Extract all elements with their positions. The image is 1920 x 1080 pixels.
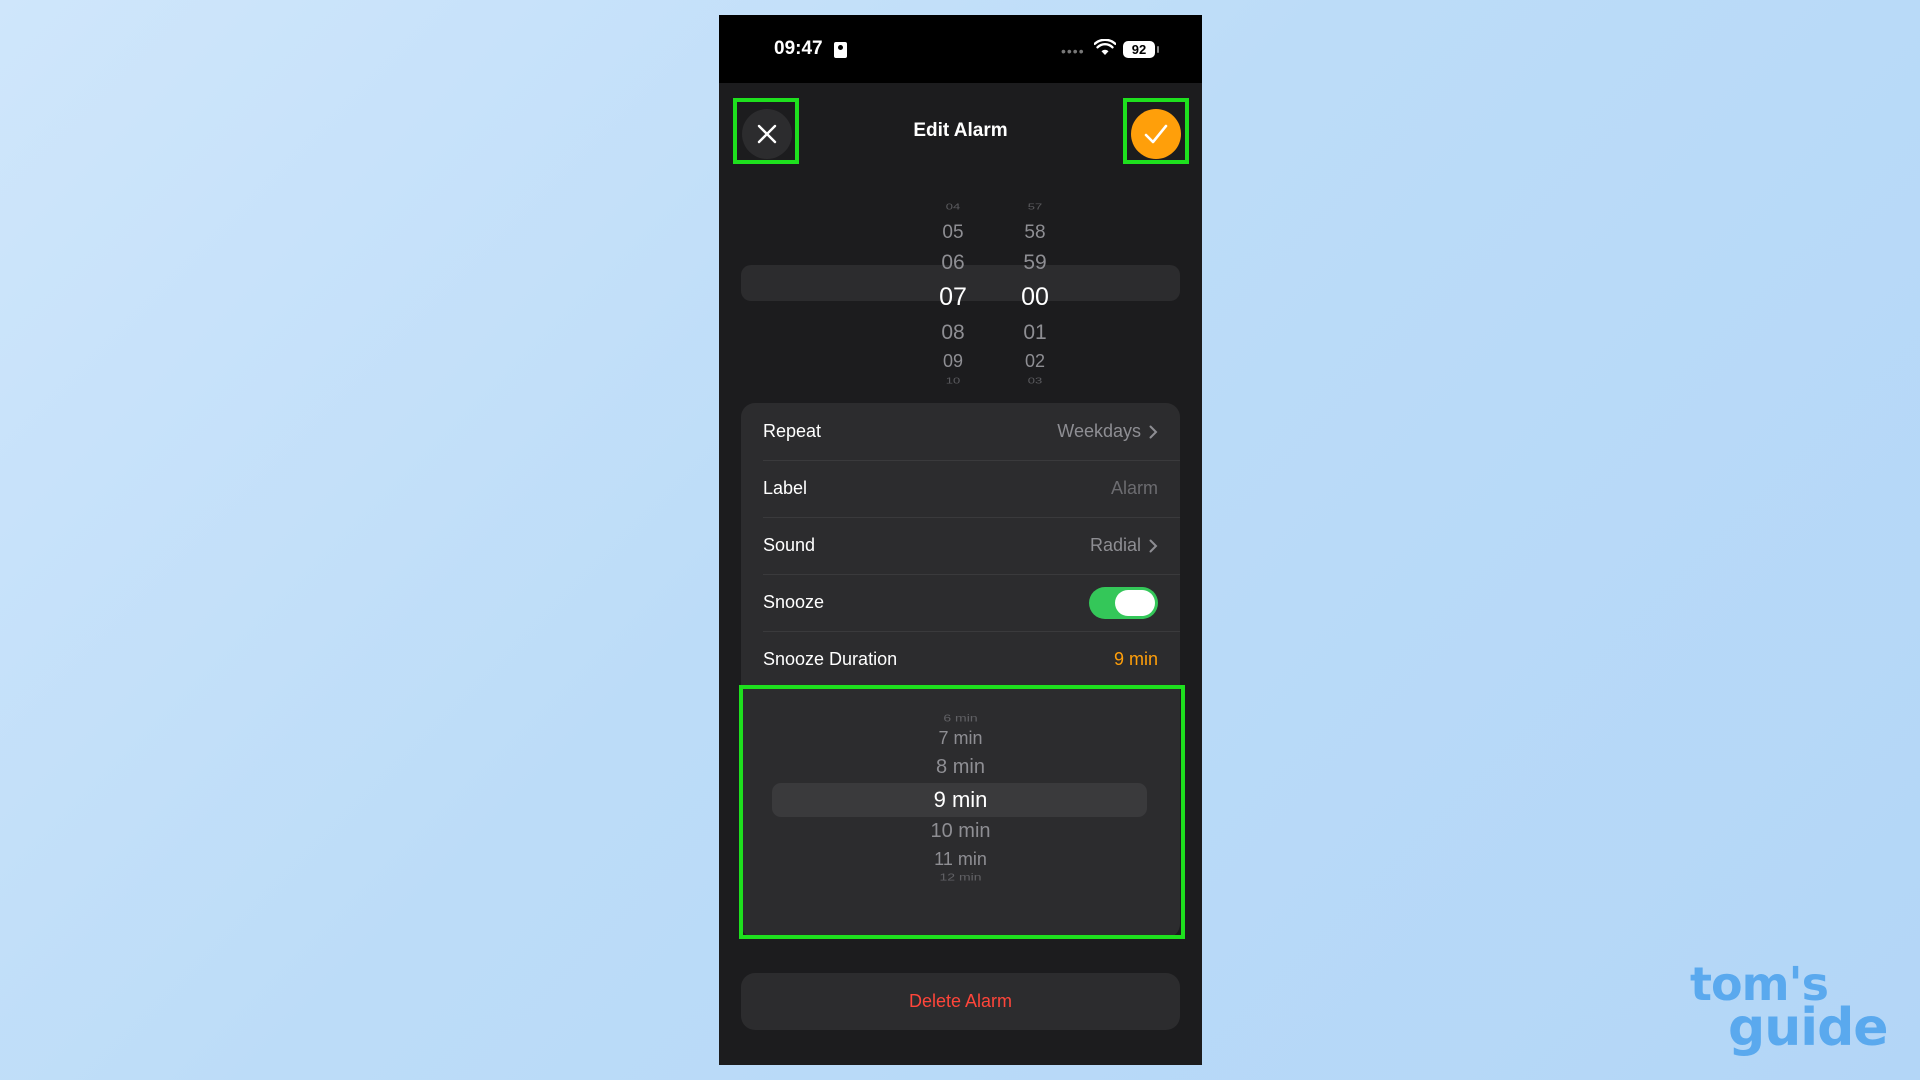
hour-option: 06 [941,251,965,274]
snooze-toggle[interactable] [1089,586,1158,619]
sound-row[interactable]: Sound Radial [741,517,1180,574]
repeat-row[interactable]: Repeat Weekdays [741,403,1180,460]
snooze-duration-label: Snooze Duration [763,649,898,669]
status-time: 09:47 [774,38,823,59]
snooze-duration-value: 9 min [1113,649,1158,669]
minute-option: 03 [1027,375,1043,386]
hour-option: 09 [942,351,964,371]
battery-icon: 92 [1123,41,1159,58]
minute-selected: 00 [1021,283,1049,311]
minute-option: 02 [1024,351,1046,371]
snooze-label: Snooze [763,592,825,612]
status-bar: 09:47 •••• 92 [719,15,1202,83]
sound-label: Sound [763,535,816,555]
minute-option: 59 [1023,251,1047,274]
minute-option: 57 [1027,201,1043,212]
logo-line-2: guide [1728,998,1889,1059]
hour-option: 04 [945,201,961,212]
phone-screen: 09:47 •••• 92 Edit Alarm 04 05 06 07 08 … [719,15,1202,1065]
chevron-right-icon [1149,539,1158,552]
label-label: Label [763,478,808,498]
hour-option: 08 [941,321,965,344]
repeat-value: Weekdays [1057,421,1141,441]
hour-option: 05 [942,222,964,243]
repeat-label: Repeat [763,421,822,441]
highlight-done-button [1123,98,1189,164]
cellular-signal-icon: •••• [1061,43,1085,59]
highlight-close-button [733,98,799,164]
highlight-snooze-picker [739,685,1185,939]
minute-wheel[interactable]: 57 58 59 00 01 02 03 [995,187,1075,387]
label-input[interactable]: Alarm [1111,478,1158,499]
minute-option: 01 [1023,321,1047,344]
minute-option: 58 [1024,222,1046,243]
snooze-row: Snooze [741,574,1180,631]
delete-alarm-button[interactable]: Delete Alarm [741,973,1180,1030]
label-row[interactable]: Label Alarm [741,460,1180,517]
chevron-right-icon [1149,425,1158,438]
focus-person-icon [834,42,847,58]
wifi-icon [1094,39,1116,55]
alarm-settings-list: Repeat Weekdays Label Alarm Sound Radial… [741,403,1180,688]
sound-value: Radial [1089,535,1141,555]
snooze-duration-row[interactable]: Snooze Duration 9 min [741,631,1180,688]
hour-selected: 07 [939,283,967,311]
hour-wheel[interactable]: 04 05 06 07 08 09 10 [913,187,993,387]
toms-guide-logo: tom's guide [1690,961,1890,1059]
hour-option: 10 [945,375,961,386]
